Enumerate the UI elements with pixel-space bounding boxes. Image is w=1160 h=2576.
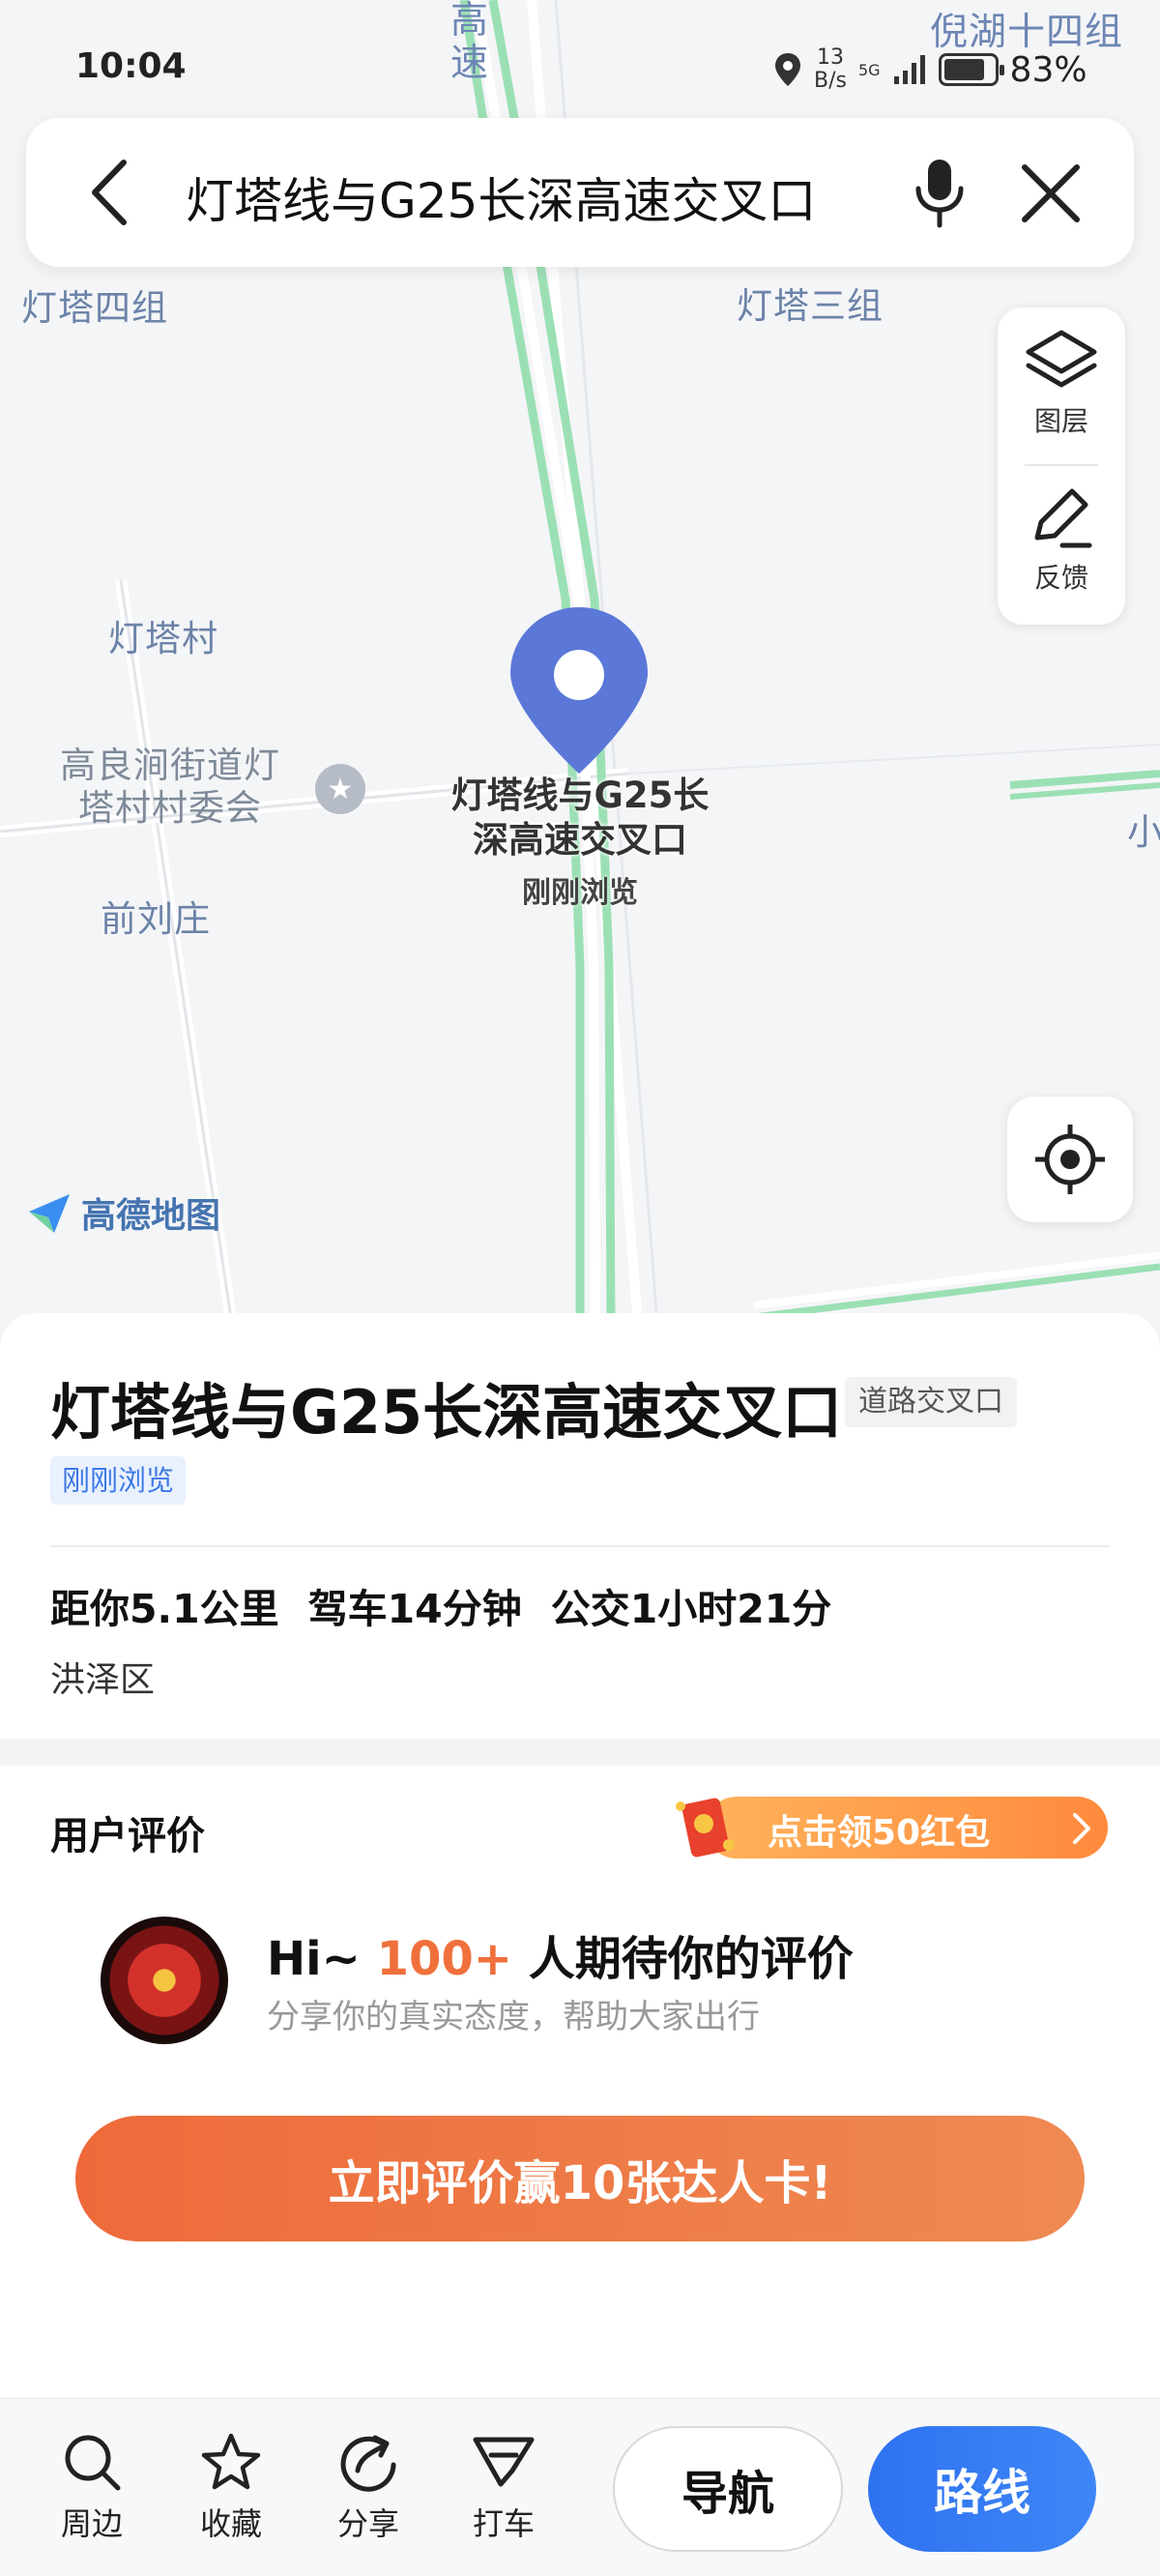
battery-icon <box>938 53 1004 86</box>
net-speed-unit: B/s <box>814 69 847 93</box>
map-view[interactable]: 高 速 倪湖十四组 灯塔四组 灯塔三组 灯塔村 高良涧街道灯 塔村村委会 前刘庄… <box>0 0 1160 1325</box>
navigate-button[interactable]: 导航 <box>613 2426 843 2552</box>
map-label-dengta-3: 灯塔三组 <box>737 285 884 327</box>
star-icon <box>201 2433 261 2490</box>
map-tools: 图层 反馈 <box>998 307 1125 625</box>
back-button[interactable] <box>74 157 146 228</box>
layers-button[interactable]: 图层 <box>998 329 1125 483</box>
chevron-right-icon <box>1073 1813 1090 1844</box>
favorite-button[interactable]: 收藏 <box>178 2432 284 2544</box>
pencil-icon <box>1034 488 1092 548</box>
crosshair-icon <box>1035 1125 1105 1194</box>
status-time: 10:04 <box>75 46 187 86</box>
layers-icon <box>1026 330 1097 388</box>
bottom-action-bar: 周边 收藏 分享 打车 导航 路线 <box>0 2398 1160 2576</box>
district-text: 洪泽区 <box>50 1660 156 1700</box>
map-label-qianliuzhuang: 前刘庄 <box>101 898 211 940</box>
distance-text: 距你5.1公里 <box>50 1586 279 1632</box>
share-icon <box>340 2435 396 2492</box>
voice-search-button[interactable] <box>901 155 978 232</box>
microphone-icon <box>915 160 964 228</box>
nearby-label: 周边 <box>60 2505 123 2542</box>
search-icon <box>65 2435 121 2491</box>
map-label-dengta-4: 灯塔四组 <box>21 287 168 329</box>
red-packet-icon <box>676 1798 735 1858</box>
recent-badge: 刚刚浏览 <box>50 1456 187 1505</box>
signal-type: 5G <box>857 60 881 79</box>
nearby-button[interactable]: 周边 <box>39 2432 145 2544</box>
place-title: 灯塔线与G25长深高速交叉口 <box>50 1377 843 1448</box>
taxi-label: 打车 <box>472 2505 535 2542</box>
red-packet-promo[interactable]: 点击领50红包 <box>667 1785 1108 1860</box>
promo-text: 点击领50红包 <box>768 1813 991 1853</box>
signal-bars-icon <box>893 55 925 84</box>
review-headline: Hi~ 100+ 人期待你的评价 <box>267 1920 854 1988</box>
location-icon <box>775 53 800 86</box>
back-arrow-icon <box>92 160 127 225</box>
close-icon <box>1022 164 1080 222</box>
clear-search-button[interactable] <box>1012 155 1089 232</box>
net-speed: 13 B/s <box>814 46 847 93</box>
amap-brand: 高德地图 <box>25 1187 220 1238</box>
transit-time-text: 公交1小时21分 <box>550 1586 832 1632</box>
taxi-icon <box>473 2437 535 2487</box>
headline-prefix: Hi~ <box>267 1932 377 1986</box>
search-query[interactable]: 灯塔线与G25长深高速交叉口 <box>186 162 816 232</box>
taxi-button[interactable]: 打车 <box>450 2432 557 2544</box>
poi-map-label[interactable]: 灯塔线与G25长 深高速交叉口 <box>425 774 735 863</box>
search-bar[interactable]: 灯塔线与G25长深高速交叉口 <box>26 118 1134 267</box>
poi-map-status: 刚刚浏览 <box>522 876 638 910</box>
locate-me-button[interactable] <box>1007 1097 1133 1222</box>
headline-suffix: 人期待你的评价 <box>511 1932 854 1986</box>
status-bar: 10:04 13 B/s 5G 83% <box>0 0 1160 116</box>
favorite-label: 收藏 <box>199 2505 262 2542</box>
divider <box>50 1545 1110 1547</box>
headline-count: 100+ <box>376 1932 512 1986</box>
share-button[interactable]: 分享 <box>315 2432 421 2544</box>
map-label-committee: 高良涧街道灯 塔村村委会 <box>60 745 280 829</box>
net-speed-value: 13 <box>816 45 844 70</box>
amap-logo-icon <box>29 1194 70 1233</box>
place-type-badge: 道路交叉口 <box>845 1377 1017 1427</box>
drive-time-text: 驾车14分钟 <box>307 1586 522 1632</box>
place-info-card: 灯塔线与G25长深高速交叉口 道路交叉口 刚刚浏览 距你5.1公里 驾车14分钟… <box>0 1313 1160 1739</box>
place-detail-sheet[interactable]: 灯塔线与G25长深高速交叉口 道路交叉口 刚刚浏览 距你5.1公里 驾车14分钟… <box>0 1313 1160 2576</box>
route-button[interactable]: 路线 <box>868 2426 1096 2552</box>
layers-label: 图层 <box>1033 405 1088 437</box>
review-subtitle: 分享你的真实态度，帮助大家出行 <box>267 1998 760 2036</box>
amap-brand-name: 高德地图 <box>81 1196 221 1236</box>
battery-percent: 83% <box>1009 49 1088 90</box>
map-label-xiao: 小 <box>1127 811 1160 853</box>
tools-divider <box>1025 464 1098 466</box>
feedback-label: 反馈 <box>1033 562 1088 594</box>
avatar <box>101 1917 228 2044</box>
share-label: 分享 <box>336 2505 399 2542</box>
poi-star-icon[interactable]: ★ <box>315 764 365 814</box>
travel-info: 距你5.1公里 驾车14分钟 公交1小时21分 <box>50 1576 831 1634</box>
battery-fill <box>943 59 985 80</box>
write-review-button[interactable]: 立即评价赢10张达人卡! <box>75 2116 1085 2241</box>
reviews-title: 用户评价 <box>50 1814 205 1859</box>
feedback-button[interactable]: 反馈 <box>998 485 1125 640</box>
location-pin-icon[interactable] <box>507 603 652 777</box>
map-label-dengta-village: 灯塔村 <box>108 618 218 659</box>
status-indicators: 13 B/s 5G 83% <box>773 41 1088 99</box>
